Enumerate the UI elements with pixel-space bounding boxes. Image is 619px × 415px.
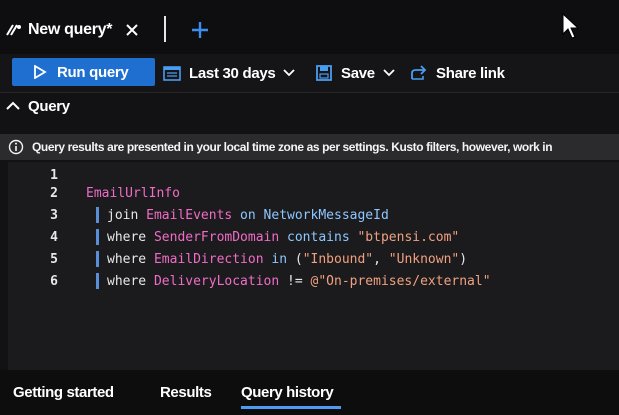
code-token: NetworkMessageId bbox=[263, 207, 389, 223]
code-token: contains bbox=[279, 229, 358, 245]
share-link-button[interactable]: Share link bbox=[410, 60, 505, 86]
close-icon[interactable] bbox=[124, 22, 140, 38]
code-text: EmailUrlInfo bbox=[86, 186, 180, 201]
code-token: @"On-premises/external" bbox=[310, 273, 491, 289]
code-line[interactable]: 5 where EmailDirection in ("Inbound", "Un… bbox=[8, 250, 467, 268]
tab-divider bbox=[164, 16, 166, 42]
code-token: DeliveryLocation bbox=[153, 273, 280, 289]
time-range-dropdown[interactable]: Last 30 days bbox=[163, 60, 296, 86]
code-token: where bbox=[107, 273, 154, 289]
code-token: EmailDirection bbox=[153, 251, 264, 267]
tab-query-history[interactable]: Query history bbox=[241, 384, 334, 401]
code-token: on bbox=[232, 207, 264, 223]
info-message: Query results are presented in your loca… bbox=[32, 140, 553, 154]
code-line[interactable]: 1 bbox=[8, 166, 86, 184]
code-token: SenderFromDomain bbox=[153, 229, 280, 245]
calendar-icon bbox=[163, 64, 181, 82]
mouse-pointer-icon bbox=[561, 12, 583, 40]
active-tab-indicator bbox=[241, 406, 341, 409]
tab-strip: New query* bbox=[0, 0, 619, 54]
code-text: join EmailEvents on NetworkMessageId bbox=[96, 207, 389, 223]
save-label: Save bbox=[341, 64, 375, 82]
code-token: ( bbox=[294, 251, 303, 267]
share-icon bbox=[410, 64, 428, 82]
pipe-indent-guide bbox=[96, 273, 99, 289]
line-number: 1 bbox=[50, 167, 58, 183]
code-token: , bbox=[373, 251, 389, 267]
line-number: 4 bbox=[50, 229, 58, 245]
query-editor[interactable]: 1 2 EmailUrlInfo 3 join EmailEvents on Netwo… bbox=[8, 162, 619, 370]
chevron-up-icon bbox=[6, 99, 20, 113]
line-number: 5 bbox=[50, 251, 58, 267]
run-query-button[interactable]: Run query bbox=[12, 58, 155, 86]
code-text: where DeliveryLocation != @"On-premises/… bbox=[96, 273, 491, 289]
run-query-label: Run query bbox=[57, 63, 129, 81]
code-line[interactable]: 4 where SenderFromDomain contains "btpens… bbox=[8, 228, 459, 246]
query-section-toggle[interactable]: Query bbox=[0, 92, 619, 120]
line-number: 6 bbox=[50, 273, 58, 289]
line-number: 3 bbox=[50, 207, 58, 223]
info-icon bbox=[8, 139, 24, 155]
tab-getting-started[interactable]: Getting started bbox=[13, 384, 114, 401]
line-number: 2 bbox=[50, 185, 58, 201]
code-token: "Inbound" bbox=[302, 251, 374, 267]
code-token: where bbox=[107, 229, 154, 245]
tab-new-query[interactable]: New query* bbox=[0, 12, 168, 48]
code-line[interactable]: 3 join EmailEvents on NetworkMessageId bbox=[8, 206, 389, 224]
code-text: where EmailDirection in ("Inbound", "Unk… bbox=[96, 251, 467, 267]
tab-label: New query* bbox=[28, 21, 113, 38]
code-token: where bbox=[107, 251, 154, 267]
chevron-down-icon bbox=[283, 67, 296, 79]
chevron-down-icon bbox=[383, 67, 395, 79]
save-dropdown[interactable]: Save bbox=[315, 60, 395, 86]
code-token: "Unknown" bbox=[388, 251, 460, 267]
time-range-label: Last 30 days bbox=[189, 64, 276, 82]
code-line[interactable]: 6 where DeliveryLocation != @"On-premises… bbox=[8, 272, 491, 290]
pipe-indent-guide bbox=[96, 251, 99, 267]
pipe-indent-guide bbox=[96, 207, 99, 223]
code-text: where SenderFromDomain contains "btpensi… bbox=[96, 229, 459, 245]
results-tab-bar: Getting started Results Query history bbox=[0, 370, 619, 415]
advanced-hunting-window: New query* Run query Last 30 days Save S… bbox=[0, 0, 619, 415]
tab-results[interactable]: Results bbox=[160, 384, 212, 401]
code-token: EmailUrlInfo bbox=[86, 185, 180, 201]
share-link-label: Share link bbox=[436, 64, 505, 82]
pipe-indent-guide bbox=[96, 229, 99, 245]
query-toolbar: Run query Last 30 days Save Share link bbox=[0, 54, 619, 93]
code-token: EmailEvents bbox=[146, 207, 233, 223]
play-icon bbox=[33, 64, 49, 80]
timezone-info-bar: Query results are presented in your loca… bbox=[0, 134, 619, 160]
query-edit-icon bbox=[6, 22, 22, 38]
code-line[interactable]: 2 EmailUrlInfo bbox=[8, 184, 180, 202]
section-title: Query bbox=[28, 97, 70, 115]
code-token: "btpensi.com" bbox=[357, 229, 460, 245]
code-token: join bbox=[107, 207, 147, 223]
save-icon bbox=[315, 64, 333, 82]
plus-icon[interactable] bbox=[190, 20, 210, 40]
code-token: != bbox=[279, 273, 311, 289]
code-token: ) bbox=[459, 251, 468, 267]
code-token: in bbox=[263, 251, 295, 267]
